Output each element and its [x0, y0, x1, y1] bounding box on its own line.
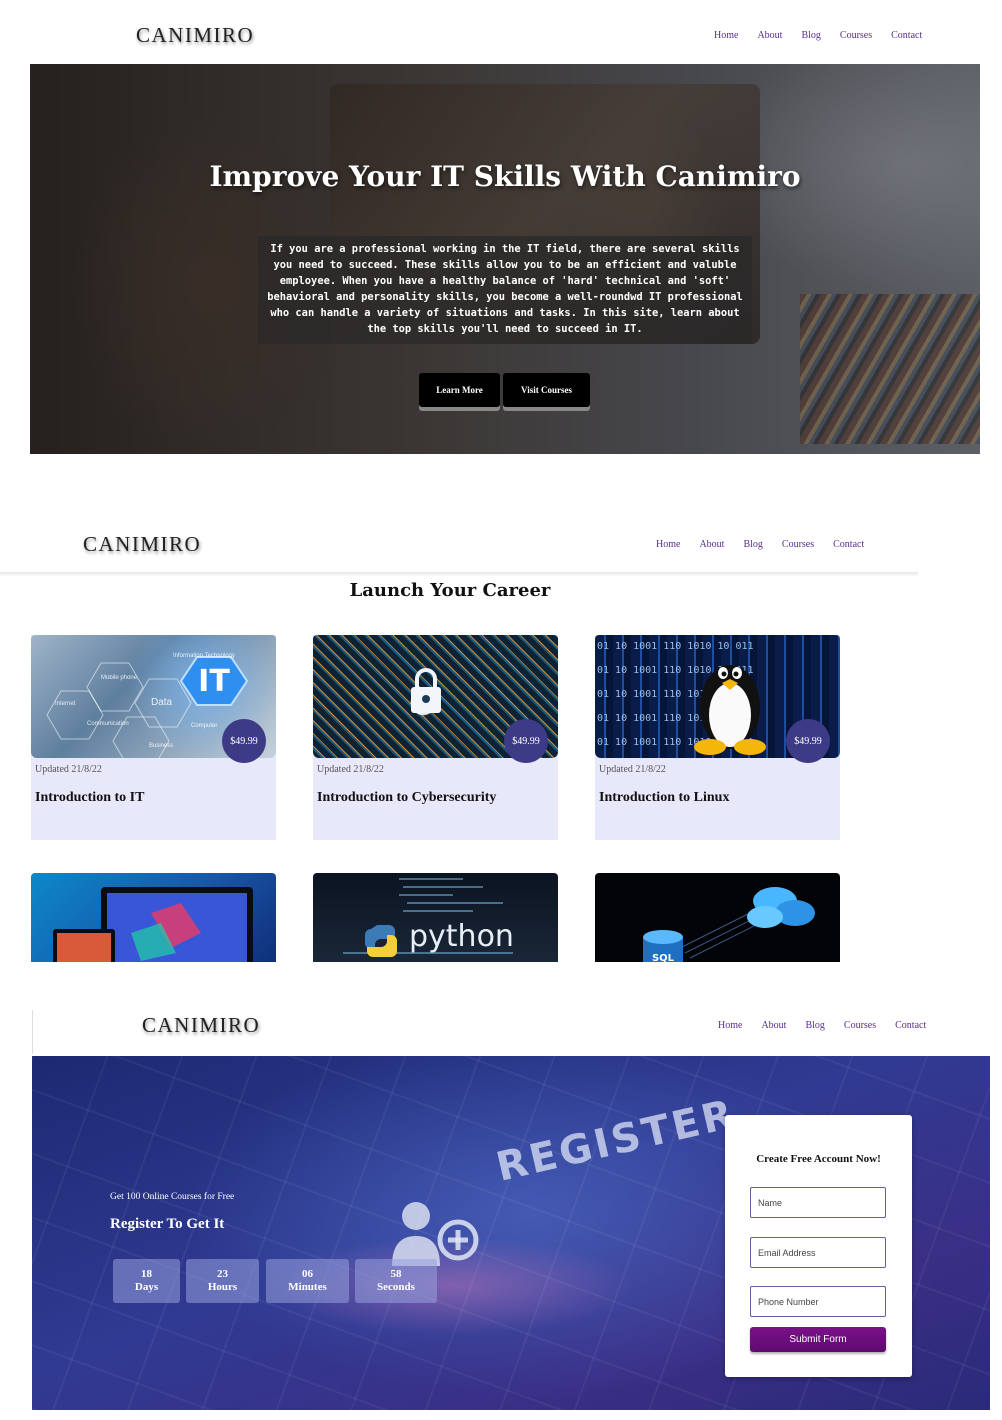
countdown-hours: 23 Hours [186, 1259, 259, 1303]
nav-about[interactable]: About [761, 1020, 786, 1031]
course-card-sql-image[interactable]: SQL [595, 873, 840, 962]
main-nav: Home About Blog Courses Contact [656, 539, 864, 550]
python-image-text: python [409, 919, 514, 954]
svg-text:Business: Business [149, 743, 173, 749]
hero-banner: Improve Your IT Skills With Canimiro If … [30, 64, 980, 454]
main-nav: Home About Blog Courses Contact [714, 30, 922, 41]
nav-contact[interactable]: Contact [891, 30, 922, 41]
countdown-days: 18 Days [113, 1259, 180, 1303]
nav-blog[interactable]: Blog [801, 30, 820, 41]
svg-text:Communication: Communication [87, 721, 129, 727]
price-badge: $49.99 [504, 719, 548, 763]
svg-text:Mobile phone: Mobile phone [101, 675, 138, 681]
svg-text:Internet: Internet [55, 701, 76, 707]
course-card[interactable]: 01 10 1001 110 1010 10 011 01 10 1001 11… [595, 635, 840, 840]
price-badge: $49.99 [786, 719, 830, 763]
updated-date: Updated 21/8/22 [317, 764, 384, 775]
nav-contact[interactable]: Contact [833, 539, 864, 550]
register-heading: Register To Get It [110, 1216, 225, 1232]
course-card[interactable]: $49.99 Updated 21/8/22 Introduction to C… [313, 635, 558, 840]
nav-contact[interactable]: Contact [895, 1020, 926, 1031]
nav-courses[interactable]: Courses [782, 539, 814, 550]
nav-home[interactable]: Home [714, 30, 738, 41]
nav-about[interactable]: About [699, 539, 724, 550]
courses-heading: Launch Your Career [349, 580, 551, 601]
course-title[interactable]: Introduction to Cybersecurity [317, 790, 496, 806]
signup-form: Create Free Account Now! Submit Form [725, 1115, 912, 1377]
main-nav: Home About Blog Courses Contact [718, 1020, 926, 1031]
hero-description: If you are a professional working in the… [258, 236, 752, 344]
learn-more-button[interactable]: Learn More [419, 373, 500, 407]
price-badge: $49.99 [222, 719, 266, 763]
submit-form-button[interactable]: Submit Form [750, 1327, 886, 1352]
nav-courses[interactable]: Courses [844, 1020, 876, 1031]
course-title[interactable]: Introduction to IT [35, 790, 144, 806]
svg-text:Information Technology: Information Technology [173, 653, 235, 659]
nav-blog[interactable]: Blog [805, 1020, 824, 1031]
visit-courses-button[interactable]: Visit Courses [503, 373, 590, 407]
email-field[interactable] [750, 1237, 886, 1268]
brand-logo[interactable]: CANIMIRO [142, 1013, 260, 1038]
hero-title: Improve Your IT Skills With Canimiro [209, 160, 801, 193]
updated-date: Updated 21/8/22 [599, 764, 666, 775]
svg-text:Data: Data [151, 697, 173, 708]
name-field[interactable] [750, 1187, 886, 1218]
course-card-python-image[interactable]: python [313, 873, 558, 962]
sql-image-text: SQL [652, 953, 675, 962]
register-subtitle: Get 100 Online Courses for Free [110, 1192, 235, 1202]
phone-field[interactable] [750, 1286, 886, 1317]
nav-blog[interactable]: Blog [743, 539, 762, 550]
nav-divider [0, 572, 918, 576]
countdown-minutes: 06 Minutes [266, 1259, 349, 1303]
tux-penguin-icon [694, 665, 766, 755]
course-card-web-image[interactable] [31, 873, 276, 962]
nav-courses[interactable]: Courses [840, 30, 872, 41]
course-title[interactable]: Introduction to Linux [599, 790, 729, 806]
course-card[interactable]: IT Information Technology Mobile phone D… [31, 635, 276, 840]
brand-logo[interactable]: CANIMIRO [83, 532, 201, 557]
form-title: Create Free Account Now! [756, 1153, 881, 1165]
svg-text:01 10 1001 110 1010 10 011: 01 10 1001 110 1010 10 011 [597, 641, 754, 652]
updated-date: Updated 21/8/22 [35, 764, 102, 775]
countdown-seconds: 58 Seconds [355, 1259, 437, 1303]
nav-home[interactable]: Home [718, 1020, 742, 1031]
nav-about[interactable]: About [757, 30, 782, 41]
nav-home[interactable]: Home [656, 539, 680, 550]
svg-text:Computer: Computer [191, 723, 217, 729]
brand-logo[interactable]: CANIMIRO [136, 23, 254, 48]
it-hex-label: IT [198, 664, 230, 699]
